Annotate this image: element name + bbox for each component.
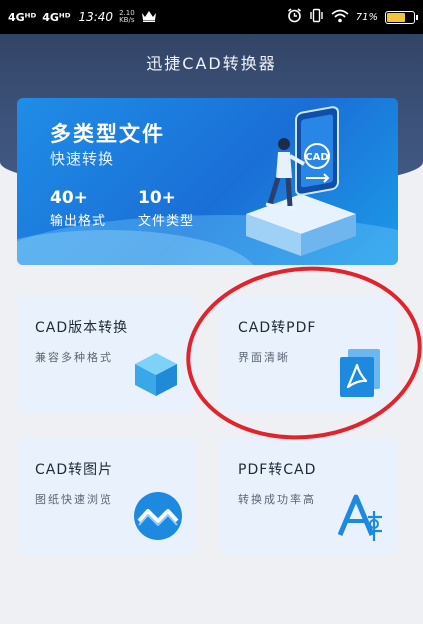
phone-person-illustration: CAD [226, 106, 376, 265]
wifi-icon [331, 9, 349, 26]
cube-icon [131, 349, 181, 403]
card-cad-version-convert[interactable]: CAD版本转换 兼容多种格式 [17, 295, 195, 413]
banner-stat-formats: 40+ 输出格式 [50, 188, 106, 229]
battery-icon [385, 10, 418, 24]
card-pdf-to-cad[interactable]: PDF转CAD 转换成功率高 [220, 437, 398, 555]
card-description: 图纸快速浏览 [35, 493, 113, 506]
banner-stat-filetypes: 10+ 文件类型 [138, 188, 194, 229]
banner-heading: 多类型文件 [50, 122, 165, 146]
cad-glyph-icon [336, 491, 386, 547]
pdf-icon [338, 347, 384, 403]
stat-value: 10+ [138, 188, 176, 208]
battery-percent: 71% [355, 11, 378, 23]
network-speed: 2.10 KB/s [119, 9, 135, 24]
card-description: 界面清晰 [238, 351, 290, 364]
crown-icon [141, 10, 157, 25]
status-bar: 4Gᴴᴰ 4Gᴴᴰ 13:40 2.10 KB/s 71% [0, 0, 423, 34]
card-title: PDF转CAD [238, 462, 317, 478]
card-cad-to-image[interactable]: CAD转图片 图纸快速浏览 [17, 437, 195, 555]
network-indicator-1: 4Gᴴᴰ [8, 10, 37, 24]
promo-banner[interactable]: 多类型文件 快速转换 40+ 输出格式 10+ 文件类型 CAD [17, 98, 398, 265]
banner-subheading: 快速转换 [50, 150, 115, 168]
network-indicator-2: 4Gᴴᴰ [42, 10, 71, 24]
card-description: 转换成功率高 [238, 493, 316, 506]
card-title: CAD版本转换 [35, 320, 129, 336]
card-title: CAD转PDF [238, 320, 317, 336]
card-title: CAD转图片 [35, 462, 114, 478]
card-cad-to-pdf[interactable]: CAD转PDF 界面清晰 [220, 295, 398, 413]
card-description: 兼容多种格式 [35, 351, 113, 364]
page-title: 迅捷CAD转换器 [146, 54, 277, 73]
image-wave-icon [133, 491, 183, 545]
stat-value: 40+ [50, 188, 88, 208]
stat-label: 输出格式 [50, 214, 107, 229]
clock-time: 13:40 [78, 10, 114, 24]
alarm-clock-icon [287, 8, 302, 26]
stat-label: 文件类型 [138, 214, 195, 229]
vibrate-icon [309, 8, 324, 26]
phone-screen-label: CAD [305, 152, 328, 163]
